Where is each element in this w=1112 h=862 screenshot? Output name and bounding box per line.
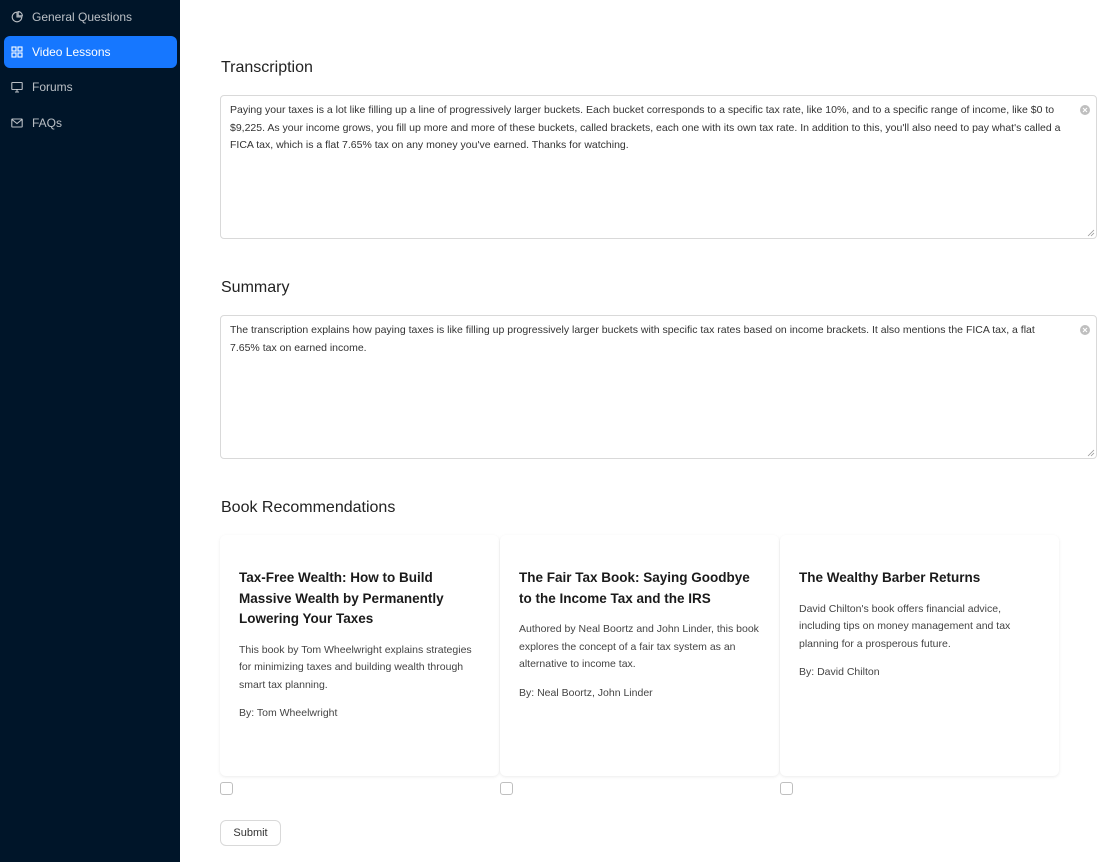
submit-button[interactable]: Submit <box>220 820 281 846</box>
sidebar-item-label: General Questions <box>32 10 133 24</box>
mail-icon <box>11 117 23 129</box>
pie-chart-icon <box>11 11 23 23</box>
book-select-checkbox[interactable] <box>220 782 233 795</box>
book-author: By: David Chilton <box>799 666 880 678</box>
book-title: The Fair Tax Book: Saying Goodbye to the… <box>519 570 750 606</box>
book-author: By: Tom Wheelwright <box>239 707 338 719</box>
book-card: The Wealthy Barber Returns David Chilton… <box>780 535 1059 776</box>
sidebar-item-label: Video Lessons <box>32 45 111 59</box>
summary-text: The transcription explains how paying ta… <box>230 324 1035 354</box>
clear-icon[interactable] <box>1080 105 1090 115</box>
desktop-icon <box>11 81 23 93</box>
book-title: The Wealthy Barber Returns <box>799 570 981 585</box>
grid-icon <box>11 46 23 58</box>
sidebar-item-general-questions[interactable]: General Questions <box>4 1 177 33</box>
book-card: Tax-Free Wealth: How to Build Massive We… <box>220 535 499 776</box>
transcription-textarea[interactable]: Paying your taxes is a lot like filling … <box>220 95 1097 239</box>
book-select-checkbox[interactable] <box>780 782 793 795</box>
sidebar: General Questions Video Lessons Forums F… <box>0 0 180 862</box>
book-description: This book by Tom Wheelwright explains st… <box>239 643 472 691</box>
book-card: The Fair Tax Book: Saying Goodbye to the… <box>500 535 779 776</box>
book-description: Authored by Neal Boortz and John Linder,… <box>519 623 759 670</box>
transcription-heading: Transcription <box>221 59 313 76</box>
book-description: David Chilton's book offers financial ad… <box>799 602 1011 650</box>
sidebar-item-label: Forums <box>32 80 73 94</box>
book-author: By: Neal Boortz, John Linder <box>519 686 653 699</box>
book-title: Tax-Free Wealth: How to Build Massive We… <box>239 570 444 626</box>
transcription-text: Paying your taxes is a lot like filling … <box>230 104 1061 152</box>
sidebar-item-video-lessons[interactable]: Video Lessons <box>4 36 177 68</box>
resize-handle-icon[interactable] <box>1087 229 1095 237</box>
resize-handle-icon[interactable] <box>1087 449 1095 457</box>
clear-icon[interactable] <box>1080 325 1090 335</box>
book-select-checkbox[interactable] <box>500 782 513 795</box>
book-recommendations-heading: Book Recommendations <box>221 499 396 516</box>
summary-textarea[interactable]: The transcription explains how paying ta… <box>220 315 1097 459</box>
summary-heading: Summary <box>221 279 290 296</box>
sidebar-item-forums[interactable]: Forums <box>4 71 177 103</box>
sidebar-item-faqs[interactable]: FAQs <box>4 107 177 139</box>
sidebar-item-label: FAQs <box>32 116 63 130</box>
